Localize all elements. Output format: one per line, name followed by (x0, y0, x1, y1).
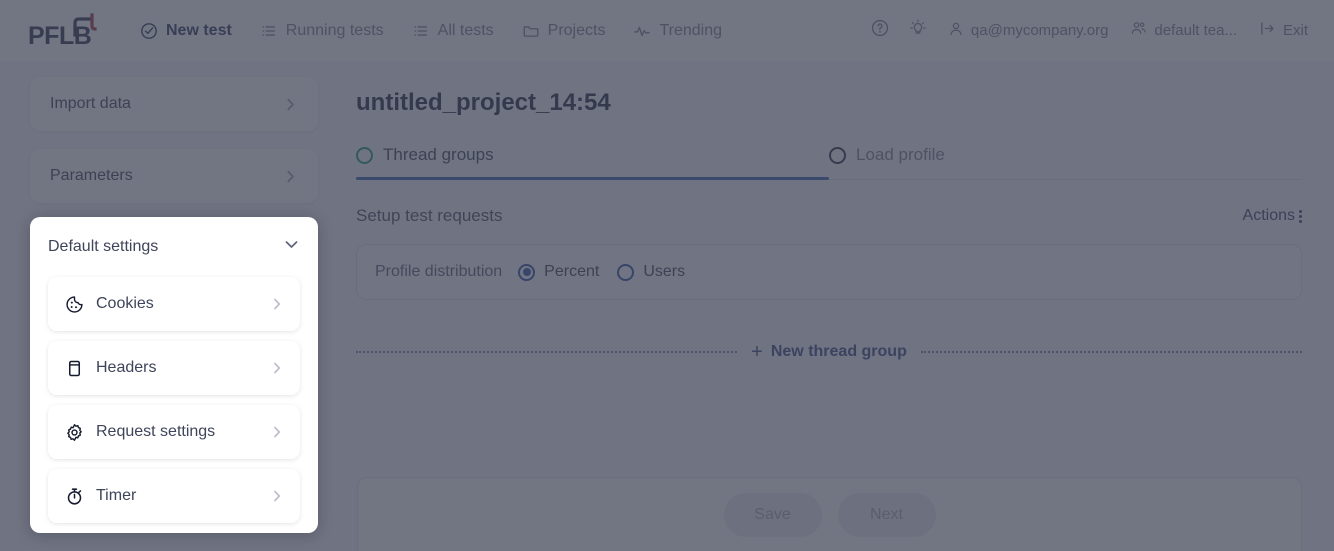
stopwatch-icon (64, 486, 84, 506)
default-settings-title: Default settings (48, 238, 159, 255)
lightbulb-icon (908, 18, 928, 43)
new-thread-group-row: + New thread group (356, 342, 1303, 362)
new-thread-group-label: New thread group (770, 343, 907, 360)
gear-icon (64, 422, 84, 442)
actions-label: Actions (1242, 207, 1295, 224)
team-name: default tea... (1154, 22, 1237, 39)
nav-label: Running tests (285, 21, 384, 39)
radio-unselected-icon (617, 263, 635, 281)
next-button[interactable]: Next (837, 492, 936, 537)
chevron-right-icon (270, 489, 284, 503)
settings-item-label: Timer (96, 487, 137, 504)
tab-load-profile[interactable]: Load profile (829, 145, 1302, 179)
radio-label: Users (643, 263, 686, 280)
sidebar-item-label: Import data (50, 95, 131, 112)
header-right-group: qa@mycompany.org default tea... Exit (862, 12, 1318, 49)
nav-item-trending[interactable]: Trending (619, 16, 736, 46)
users-icon (1130, 20, 1147, 41)
sidebar-item-parameters[interactable]: Parameters (30, 149, 318, 203)
actions-menu-button[interactable]: Actions (1243, 207, 1302, 225)
chevron-right-icon (283, 97, 298, 112)
default-settings-panel: Default settings Cookies Headers Request… (30, 217, 318, 533)
nav-item-running-tests[interactable]: Running tests (246, 16, 398, 46)
account-menu[interactable]: qa@mycompany.org (938, 15, 1119, 47)
pflb-logo[interactable]: PFLB (28, 11, 104, 51)
status-ring-icon (829, 146, 846, 164)
folder-icon (522, 22, 540, 40)
team-menu[interactable]: default tea... (1120, 14, 1247, 47)
tab-label: Load profile (856, 145, 945, 164)
new-thread-group-button[interactable]: + New thread group (751, 342, 907, 362)
app-root: PFLB New test Running tests All tests Pr… (0, 0, 1334, 551)
plus-icon: + (751, 341, 763, 363)
tab-label: Thread groups (383, 145, 494, 164)
dotted-divider-right (920, 351, 1303, 353)
settings-item-timer[interactable]: Timer (48, 469, 300, 523)
logout-icon (1259, 20, 1276, 41)
chevron-right-icon (270, 361, 284, 375)
footer-action-bar: Save Next (357, 477, 1302, 551)
tab-thread-groups[interactable]: Thread groups (356, 145, 829, 179)
dotted-divider-left (356, 351, 738, 353)
list-icon (412, 22, 430, 40)
settings-item-label: Cookies (96, 295, 154, 312)
kebab-menu-icon (1299, 209, 1302, 223)
radio-option-percent[interactable]: Percent (518, 263, 599, 281)
active-tab-underline (356, 177, 829, 180)
question-circle-icon (870, 18, 890, 43)
nav-item-all-tests[interactable]: All tests (398, 16, 508, 46)
sidebar-item-label: Parameters (50, 167, 133, 184)
nav-item-projects[interactable]: Projects (508, 16, 620, 46)
radio-option-users[interactable]: Users (617, 263, 685, 281)
app-header: PFLB New test Running tests All tests Pr… (0, 0, 1334, 61)
radio-label: Percent (544, 263, 600, 280)
exit-label: Exit (1282, 22, 1308, 39)
nav-item-new-test[interactable]: New test (126, 16, 246, 46)
section-title: Setup test requests (356, 206, 503, 225)
profile-distribution-radio-group: Percent Users (518, 263, 685, 281)
account-email: qa@mycompany.org (970, 22, 1109, 39)
profile-distribution-label: Profile distribution (375, 263, 503, 280)
settings-item-label: Headers (96, 359, 157, 376)
check-circle-icon (140, 22, 158, 40)
settings-item-headers[interactable]: Headers (48, 341, 300, 395)
chevron-right-icon (270, 297, 284, 311)
logo-bracket-icon (73, 12, 97, 37)
exit-button[interactable]: Exit (1249, 14, 1318, 47)
nav-label: New test (166, 21, 232, 39)
cookie-icon (64, 294, 84, 314)
chevron-right-icon (283, 169, 298, 184)
tab-bar: Thread groups Load profile (356, 145, 1302, 180)
primary-nav: New test Running tests All tests Project… (126, 16, 736, 46)
settings-item-cookies[interactable]: Cookies (48, 277, 300, 331)
nav-label: All tests (437, 21, 494, 39)
tips-button[interactable] (900, 12, 936, 49)
help-button[interactable] (862, 12, 898, 49)
save-button[interactable]: Save (723, 492, 822, 537)
document-icon (64, 358, 84, 378)
settings-item-label: Request settings (96, 423, 216, 440)
user-icon (948, 21, 964, 41)
profile-distribution-card: Profile distribution Percent Users (356, 244, 1302, 300)
settings-item-request-settings[interactable]: Request settings (48, 405, 300, 459)
radio-selected-icon (518, 263, 536, 281)
default-settings-list: Cookies Headers Request settings Timer (48, 277, 300, 523)
nav-label: Projects (547, 21, 606, 39)
pulse-icon (633, 22, 651, 40)
nav-label: Trending (659, 21, 723, 39)
chevron-down-icon (283, 236, 300, 258)
list-icon (260, 22, 278, 40)
chevron-right-icon (270, 425, 284, 439)
default-settings-header[interactable]: Default settings (48, 217, 300, 277)
sidebar-item-import-data[interactable]: Import data (30, 77, 318, 131)
page-title: untitled_project_14:54 (356, 89, 611, 116)
section-header: Setup test requests Actions (356, 206, 1302, 226)
status-ring-icon (356, 146, 373, 164)
